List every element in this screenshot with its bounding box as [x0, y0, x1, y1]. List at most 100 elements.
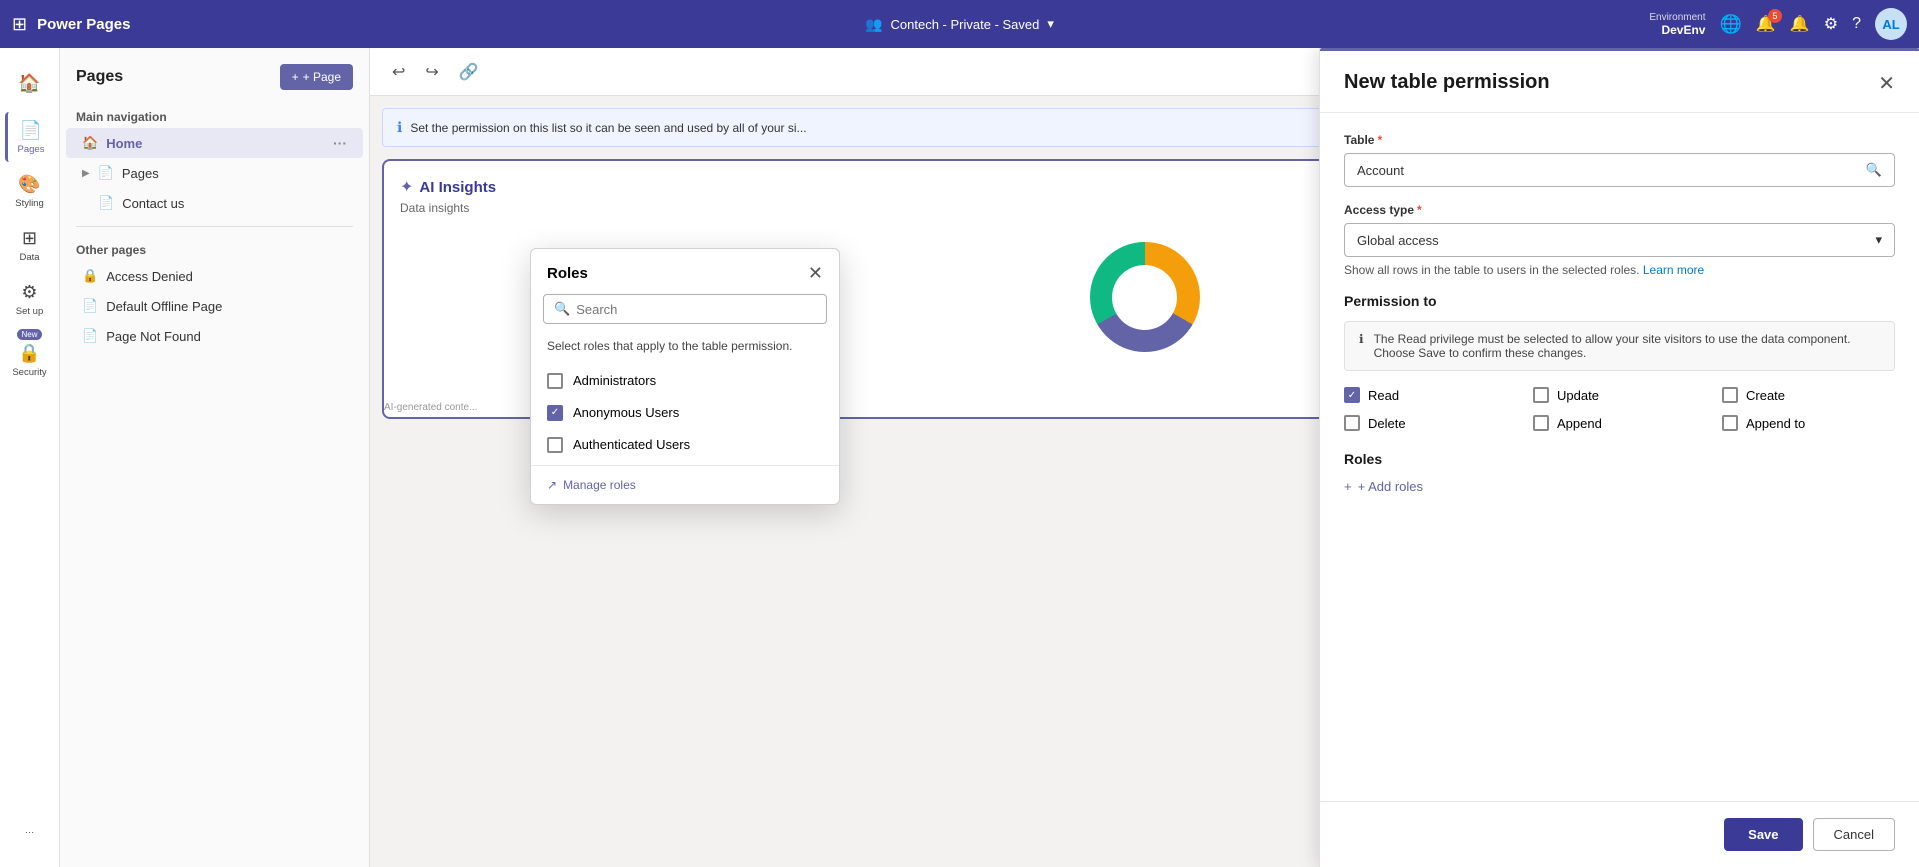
app-title: Power Pages	[37, 16, 130, 33]
learn-more-link[interactable]: Learn more	[1643, 263, 1704, 277]
environment-info: Environment DevEnv	[1649, 12, 1705, 37]
grid-icon[interactable]: ⊞	[12, 14, 27, 35]
perm-item-delete[interactable]: Delete	[1344, 415, 1517, 431]
add-page-button[interactable]: + + Page	[280, 64, 353, 90]
anonymous-users-checkbox[interactable]	[547, 405, 563, 421]
add-roles-button[interactable]: + + Add roles	[1344, 479, 1423, 494]
sidebar: Pages + + Page Main navigation 🏠 Home ··…	[60, 48, 370, 867]
sidebar-header: Pages + + Page	[60, 64, 369, 102]
notification-badge: 5	[1768, 9, 1782, 23]
rail-item-styling[interactable]: 🎨 Styling	[5, 166, 55, 216]
data-label: Data	[19, 252, 39, 263]
rail-item-setup[interactable]: ⚙ Set up	[5, 274, 55, 324]
administrators-label: Administrators	[573, 373, 656, 388]
sidebar-item-pages[interactable]: ▶ 📄 Pages	[66, 158, 363, 188]
add-roles-label: + Add roles	[1358, 479, 1423, 494]
delete-checkbox[interactable]	[1344, 415, 1360, 431]
overlay-container: Roles ✕ 🔍 Select roles that apply to the…	[370, 48, 1919, 867]
role-item-administrators[interactable]: Administrators	[531, 365, 839, 397]
topbar: ⊞ Power Pages 👥 Contech - Private - Save…	[0, 0, 1919, 48]
lock-icon: 🔒	[82, 268, 98, 284]
more-icon: ···	[25, 827, 35, 838]
append-to-label: Append to	[1746, 416, 1805, 431]
panel-body: Table * 🔍 Access type * Global access	[1320, 113, 1919, 801]
rail-item-more[interactable]: ···	[5, 807, 55, 857]
search-icon: 🔍	[554, 301, 570, 317]
info-icon: ℹ	[1359, 332, 1364, 360]
site-info[interactable]: 👥 Contech - Private - Saved ▾	[865, 16, 1054, 33]
rail-item-pages[interactable]: 📄 Pages	[5, 112, 55, 162]
create-checkbox[interactable]	[1722, 387, 1738, 403]
perm-item-append[interactable]: Append	[1533, 415, 1706, 431]
update-checkbox[interactable]	[1533, 387, 1549, 403]
security-label: Security	[12, 367, 46, 378]
panel-footer: Save Cancel	[1320, 801, 1919, 867]
read-checkbox[interactable]	[1344, 387, 1360, 403]
roles-dialog-header: Roles ✕	[531, 249, 839, 294]
read-privilege-text: The Read privilege must be selected to a…	[1374, 332, 1880, 360]
rail-item-data[interactable]: ⊞ Data	[5, 220, 55, 270]
save-button[interactable]: Save	[1724, 818, 1802, 851]
sidebar-item-default-offline[interactable]: 📄 Default Offline Page	[66, 291, 363, 321]
role-item-anonymous-users[interactable]: Anonymous Users	[531, 397, 839, 429]
alert-icon[interactable]: 🔔	[1790, 14, 1810, 34]
sidebar-item-contact[interactable]: 📄 Contact us	[66, 188, 363, 218]
rail-item-security[interactable]: New 🔒 Security	[5, 328, 55, 378]
table-input[interactable]	[1357, 163, 1866, 178]
roles-section: Roles + + Add roles	[1344, 451, 1895, 494]
settings-icon[interactable]: ⚙	[1824, 14, 1838, 34]
roles-search-field[interactable]: 🔍	[543, 294, 827, 324]
default-offline-label: Default Offline Page	[106, 299, 222, 314]
manage-roles-link[interactable]: ↗ Manage roles	[531, 465, 839, 504]
access-desc-text: Show all rows in the table to users in t…	[1344, 263, 1640, 277]
sidebar-item-page-not-found[interactable]: 📄 Page Not Found	[66, 321, 363, 351]
environment-name: DevEnv	[1661, 23, 1705, 37]
role-item-authenticated-users[interactable]: Authenticated Users	[531, 429, 839, 461]
roles-search-input[interactable]	[576, 302, 816, 317]
page-icon: 📄	[98, 195, 114, 211]
permissions-grid: Read Update Create	[1344, 387, 1895, 431]
dropdown-icon[interactable]: ▾	[1047, 16, 1054, 32]
administrators-checkbox[interactable]	[547, 373, 563, 389]
perm-item-read[interactable]: Read	[1344, 387, 1517, 403]
perm-item-append-to[interactable]: Append to	[1722, 415, 1895, 431]
page-icon: 📄	[82, 328, 98, 344]
panel-close-button[interactable]: ✕	[1878, 71, 1895, 96]
table-search-icon[interactable]: 🔍	[1866, 162, 1882, 178]
plus-icon: +	[1344, 479, 1352, 494]
other-pages-label: Other pages	[60, 235, 369, 261]
more-options-icon[interactable]: ···	[333, 135, 347, 151]
perm-item-update[interactable]: Update	[1533, 387, 1706, 403]
sidebar-item-home[interactable]: 🏠 Home ···	[66, 128, 363, 158]
manage-roles-icon: ↗	[547, 478, 557, 492]
notification-icon[interactable]: 🔔 5	[1756, 14, 1776, 34]
sidebar-item-access-denied[interactable]: 🔒 Access Denied	[66, 261, 363, 291]
styling-icon: 🎨	[18, 174, 40, 195]
help-icon[interactable]: ?	[1852, 15, 1861, 33]
authenticated-users-checkbox[interactable]	[547, 437, 563, 453]
access-type-select[interactable]: Global access ▾	[1344, 223, 1895, 257]
pages-label: Pages	[18, 144, 45, 155]
read-label: Read	[1368, 388, 1399, 403]
roles-dialog: Roles ✕ 🔍 Select roles that apply to the…	[530, 248, 840, 505]
table-field-label: Table *	[1344, 133, 1895, 147]
setup-label: Set up	[16, 306, 43, 317]
roles-dialog-title: Roles	[547, 265, 588, 282]
cancel-button[interactable]: Cancel	[1813, 818, 1895, 851]
append-checkbox[interactable]	[1533, 415, 1549, 431]
update-label: Update	[1557, 388, 1599, 403]
rail-item-home[interactable]: 🏠	[5, 58, 55, 108]
append-to-checkbox[interactable]	[1722, 415, 1738, 431]
perm-item-create[interactable]: Create	[1722, 387, 1895, 403]
home-icon: 🏠	[18, 73, 40, 94]
create-label: Create	[1746, 388, 1785, 403]
security-icon: 🔒	[18, 343, 40, 364]
roles-dialog-close-button[interactable]: ✕	[808, 263, 823, 284]
environment-icon[interactable]: 🌐	[1719, 14, 1741, 35]
new-badge: New	[17, 329, 41, 340]
avatar[interactable]: AL	[1875, 8, 1907, 40]
add-page-label: + Page	[303, 70, 341, 84]
table-input-wrapper[interactable]: 🔍	[1344, 153, 1895, 187]
panel-header: New table permission ✕	[1320, 51, 1919, 113]
page-icon: 📄	[82, 298, 98, 314]
